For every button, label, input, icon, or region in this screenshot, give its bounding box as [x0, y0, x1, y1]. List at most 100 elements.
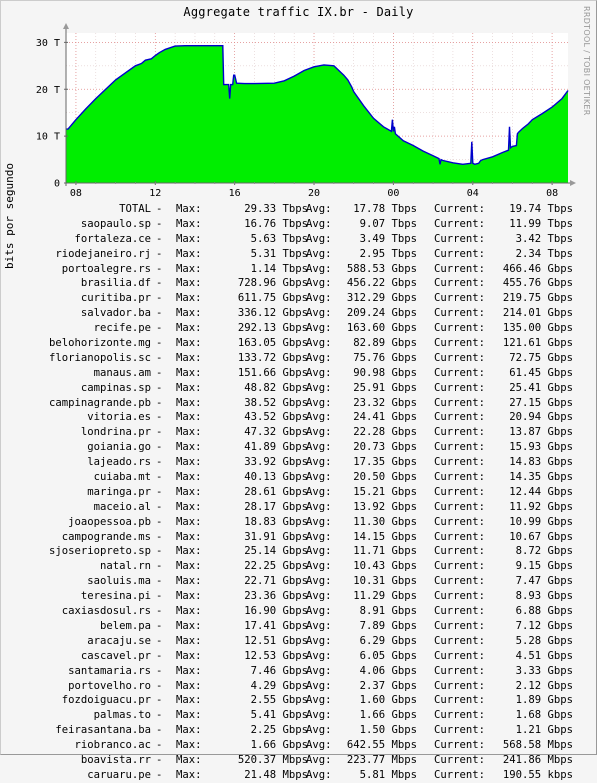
legend-row: joaopessoa.pb - Max: 18.83 Gbps Avg: 11.30 Gb…	[0, 515, 597, 530]
legend-max-label: Max:	[176, 724, 202, 737]
legend-avg-value: 15.21 Gbps	[353, 485, 417, 498]
legend-table: TOTAL - Max: 29.33 Tbps Avg: 17.78 Tbps Curren…	[0, 202, 597, 783]
legend-max-label: Max:	[176, 396, 202, 409]
legend-current-label: Current:	[434, 605, 486, 618]
legend-row: sjoseriopreto.sp - Max: 25.14 Gbps Avg: 11.71…	[0, 544, 597, 559]
legend-avg-label: Avg:	[306, 515, 332, 528]
legend-current-value: 9.15 Gbps	[515, 560, 573, 573]
legend-site-name: feirasantana.ba	[55, 724, 151, 737]
legend-current-label: Current:	[434, 694, 486, 707]
legend-site-name: natal.rn	[99, 560, 151, 573]
legend-site-name: saopaulo.sp	[80, 217, 151, 230]
legend-max-value: 1.66 Gbps	[250, 739, 308, 752]
legend-current-value: 455.76 Gbps	[502, 277, 573, 290]
legend-current-label: Current:	[434, 545, 486, 558]
legend-site-name: salvador.ba	[80, 307, 151, 320]
legend-avg-label: Avg:	[306, 232, 332, 245]
legend-max-label: Max:	[176, 292, 202, 305]
legend-row: belohorizonte.mg - Max: 163.05 Gbps Avg: 82.8…	[0, 336, 597, 351]
legend-current-value: 7.12 Gbps	[515, 619, 573, 632]
legend-current-value: 10.99 Gbps	[509, 515, 573, 528]
legend-site-name: londrina.pr	[80, 426, 151, 439]
legend-max-label: Max:	[176, 351, 202, 364]
legend-avg-value: 7.89 Gbps	[359, 619, 417, 632]
legend-current-label: Current:	[434, 366, 486, 379]
legend-separator: -	[156, 634, 163, 647]
legend-avg-label: Avg:	[306, 500, 332, 513]
legend-current-label: Current:	[434, 768, 486, 781]
legend-site-name: brasilia.df	[80, 277, 151, 290]
legend-row: palmas.to - Max: 5.41 Gbps Avg: 1.66 Gbps Curr…	[0, 708, 597, 723]
legend-max-value: 38.52 Gbps	[244, 396, 308, 409]
legend-current-value: 8.72 Gbps	[515, 545, 573, 558]
legend-avg-value: 17.78 Tbps	[353, 203, 417, 215]
legend-avg-value: 456.22 Gbps	[346, 277, 417, 290]
legend-separator: -	[156, 590, 163, 603]
legend-avg-value: 75.76 Gbps	[353, 351, 417, 364]
legend-current-label: Current:	[434, 441, 486, 454]
legend-max-value: 25.14 Gbps	[244, 545, 308, 558]
legend-separator: -	[156, 441, 163, 454]
legend-max-value: 133.72 Gbps	[237, 351, 308, 364]
legend-current-value: 14.35 Gbps	[509, 471, 573, 484]
y-tick-label: 30 T	[36, 38, 60, 49]
legend-site-name: vitoria.es	[87, 411, 151, 424]
legend-max-value: 22.71 Gbps	[244, 575, 308, 588]
legend-max-label: Max:	[176, 515, 202, 528]
legend-current-label: Current:	[434, 217, 486, 230]
legend-separator: -	[156, 753, 163, 766]
legend-separator: -	[156, 247, 163, 260]
legend-avg-value: 588.53 Gbps	[346, 262, 417, 275]
legend-current-value: 6.88 Gbps	[515, 605, 573, 618]
legend-max-label: Max:	[176, 649, 202, 662]
legend-current-value: 190.55 kbps	[502, 768, 573, 781]
legend-separator: -	[156, 619, 163, 632]
legend-current-label: Current:	[434, 471, 486, 484]
legend-site-name: aracaju.se	[87, 634, 151, 647]
legend-separator: -	[156, 485, 163, 498]
legend-max-label: Max:	[176, 247, 202, 260]
legend-avg-label: Avg:	[306, 277, 332, 290]
legend-max-value: 16.90 Gbps	[244, 605, 308, 618]
legend-max-label: Max:	[176, 322, 202, 335]
legend-max-value: 41.89 Gbps	[244, 441, 308, 454]
legend-row: portovelho.ro - Max: 4.29 Gbps Avg: 2.37 Gbps…	[0, 679, 597, 694]
legend-avg-label: Avg:	[306, 664, 332, 677]
legend-max-label: Max:	[176, 277, 202, 290]
legend-current-value: 11.99 Tbps	[509, 217, 573, 230]
legend-avg-label: Avg:	[306, 426, 332, 439]
legend-max-value: 33.92 Gbps	[244, 456, 308, 469]
legend-current-value: 7.47 Gbps	[515, 575, 573, 588]
legend-max-value: 2.55 Gbps	[250, 694, 308, 707]
legend-row: boavista.rr - Max: 520.37 Mbps Avg: 223.77 Mb…	[0, 753, 597, 768]
legend-site-name: maringa.pr	[87, 485, 151, 498]
legend-current-value: 15.93 Gbps	[509, 441, 573, 454]
legend-avg-label: Avg:	[306, 634, 332, 647]
legend-max-label: Max:	[176, 366, 202, 379]
legend-site-name: caruaru.pe	[87, 768, 151, 781]
legend-current-label: Current:	[434, 292, 486, 305]
legend-row: fozdoiguacu.pr - Max: 2.55 Gbps Avg: 1.60 Gbp…	[0, 693, 597, 708]
legend-separator: -	[156, 262, 163, 275]
legend-max-label: Max:	[176, 634, 202, 647]
legend-separator: -	[156, 322, 163, 335]
legend-avg-label: Avg:	[306, 411, 332, 424]
legend-max-label: Max:	[176, 709, 202, 722]
legend-avg-label: Avg:	[306, 337, 332, 350]
legend-avg-value: 1.66 Gbps	[359, 709, 417, 722]
legend-separator: -	[156, 307, 163, 320]
legend-row: manaus.am - Max: 151.66 Gbps Avg: 90.98 Gbps C…	[0, 366, 597, 381]
legend-current-value: 219.75 Gbps	[502, 292, 573, 305]
legend-avg-value: 642.55 Mbps	[346, 739, 417, 752]
legend-current-value: 27.15 Gbps	[509, 396, 573, 409]
legend-avg-label: Avg:	[306, 694, 332, 707]
legend-avg-label: Avg:	[306, 753, 332, 766]
x-tick-label: 16	[229, 188, 241, 199]
legend-avg-label: Avg:	[306, 649, 332, 662]
legend-current-label: Current:	[434, 560, 486, 573]
legend-site-name: santamaria.rs	[68, 664, 151, 677]
y-tick-label: 10 T	[36, 132, 60, 143]
legend-current-value: 241.86 Mbps	[502, 753, 573, 766]
y-tick-labels: 0 10 T 20 T 30 T	[36, 38, 60, 190]
legend-separator: -	[156, 560, 163, 573]
